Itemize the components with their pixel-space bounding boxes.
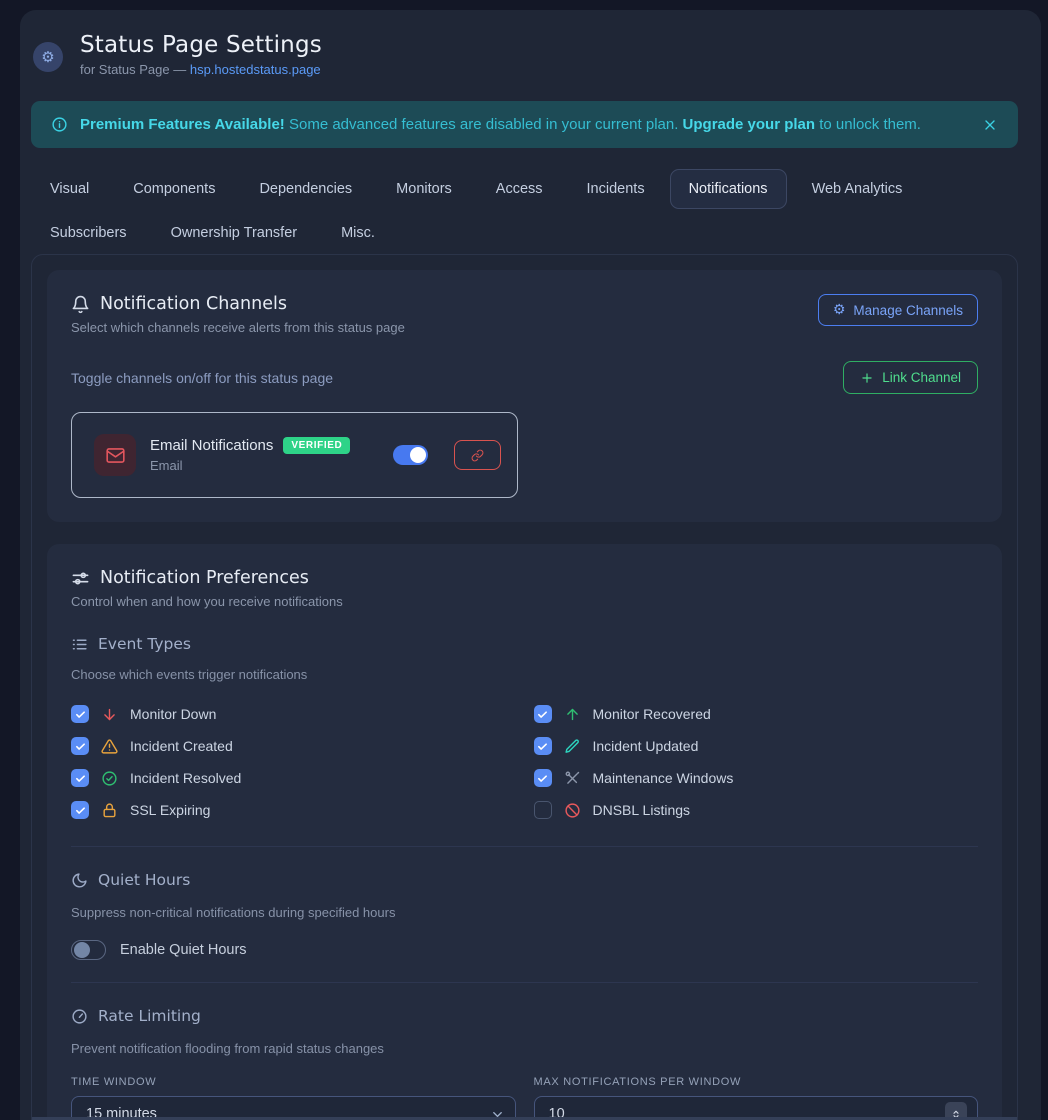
subtitle-prefix: for Status Page — (80, 62, 190, 77)
tab-dependencies[interactable]: Dependencies (240, 169, 371, 209)
event-row-incident-resolved[interactable]: Incident Resolved (71, 762, 516, 794)
gear-icon: ⚙ (833, 302, 846, 318)
event-types-heading: Event Types (71, 635, 978, 653)
section-divider (71, 982, 978, 983)
page-title: Status Page Settings (80, 32, 322, 58)
check-circle-icon (101, 770, 118, 787)
channel-name: Email Notifications (150, 437, 273, 454)
checkbox[interactable] (71, 801, 89, 819)
checkbox[interactable] (534, 769, 552, 787)
quiet-hours-heading: Quiet Hours (71, 871, 978, 889)
email-channel-card: Email Notifications VERIFIED Email (71, 412, 518, 498)
event-row-monitor-down[interactable]: Monitor Down (71, 698, 516, 730)
checkbox[interactable] (534, 705, 552, 723)
email-icon (94, 434, 136, 476)
tab-notifications[interactable]: Notifications (670, 169, 787, 209)
tab-access[interactable]: Access (477, 169, 562, 209)
close-icon[interactable] (982, 117, 998, 133)
section-divider (71, 846, 978, 847)
tab-visual[interactable]: Visual (31, 169, 108, 209)
unlink-channel-button[interactable] (454, 440, 501, 470)
page-content: ⚙ Status Page Settings for Status Page —… (20, 10, 1041, 1120)
pencil-icon (564, 738, 581, 755)
email-channel-toggle[interactable] (393, 445, 428, 465)
time-window-label: TIME WINDOW (71, 1076, 516, 1088)
rate-limiting-form: TIME WINDOW 15 minutes MAX NOTIFICATIONS… (71, 1076, 978, 1120)
warning-triangle-icon (101, 738, 118, 755)
quiet-hours-toggle[interactable] (71, 940, 106, 960)
manage-channels-button[interactable]: ⚙Manage Channels (818, 294, 978, 326)
rate-limiting-subtitle: Prevent notification flooding from rapid… (71, 1041, 978, 1056)
checkbox[interactable] (534, 801, 552, 819)
arrow-down-icon (101, 706, 118, 723)
tab-monitors[interactable]: Monitors (377, 169, 471, 209)
event-row-dnsbl-listings[interactable]: DNSBL Listings (534, 794, 979, 826)
tab-subscribers[interactable]: Subscribers (31, 213, 146, 253)
verified-badge: VERIFIED (283, 437, 350, 454)
max-notifications-field: MAX NOTIFICATIONS PER WINDOW 10 (534, 1076, 979, 1120)
gear-icon: ⚙ (33, 42, 63, 72)
moon-icon (71, 872, 88, 889)
channels-subtitle: Select which channels receive alerts fro… (71, 320, 405, 335)
notification-channels-card: Notification Channels Select which chann… (47, 270, 1002, 522)
event-row-monitor-recovered[interactable]: Monitor Recovered (534, 698, 979, 730)
event-row-maintenance-windows[interactable]: Maintenance Windows (534, 762, 979, 794)
crossed-tools-icon (564, 770, 581, 787)
status-page-settings-window: ⚙ Status Page Settings for Status Page —… (20, 10, 1041, 1120)
notification-preferences-card: Notification Preferences Control when an… (47, 544, 1002, 1120)
lock-icon (101, 802, 118, 819)
preferences-subtitle: Control when and how you receive notific… (71, 594, 978, 609)
checkbox[interactable] (71, 705, 89, 723)
channel-meta: Email Notifications VERIFIED Email (150, 437, 379, 473)
quiet-hours-subtitle: Suppress non-critical notifications duri… (71, 905, 978, 920)
channels-heading: Notification Channels Select which chann… (71, 294, 405, 335)
rate-limiting-heading: Rate Limiting (71, 1007, 978, 1025)
event-row-incident-updated[interactable]: Incident Updated (534, 730, 979, 762)
time-window-field: TIME WINDOW 15 minutes (71, 1076, 516, 1120)
plus-icon (860, 371, 874, 385)
tab-ownership-transfer[interactable]: Ownership Transfer (152, 213, 317, 253)
banner-tail: to unlock them. (815, 116, 921, 133)
list-icon (71, 636, 88, 653)
event-row-incident-created[interactable]: Incident Created (71, 730, 516, 762)
checkbox[interactable] (71, 769, 89, 787)
chain-link-icon (471, 449, 484, 462)
link-channel-button[interactable]: Link Channel (843, 361, 978, 394)
page-subtitle: for Status Page — hsp.hostedstatus.page (80, 62, 322, 77)
tab-components[interactable]: Components (114, 169, 234, 209)
tab-incidents[interactable]: Incidents (568, 169, 664, 209)
info-icon (51, 116, 68, 133)
page-header: ⚙ Status Page Settings for Status Page —… (31, 32, 1018, 77)
channels-title: Notification Channels (100, 294, 287, 314)
toggle-knob (74, 942, 90, 958)
arrow-up-icon (564, 706, 581, 723)
checkbox[interactable] (534, 737, 552, 755)
event-types-grid: Monitor Down Monitor Recovered Incident … (71, 698, 978, 826)
event-row-ssl-expiring[interactable]: SSL Expiring (71, 794, 516, 826)
banner-bold: Premium Features Available! (80, 116, 285, 133)
ban-icon (564, 802, 581, 819)
upgrade-plan-link[interactable]: Upgrade your plan (683, 116, 816, 133)
event-types-subtitle: Choose which events trigger notification… (71, 667, 978, 682)
banner-middle: Some advanced features are disabled in y… (285, 116, 683, 133)
header-text: Status Page Settings for Status Page — h… (80, 32, 322, 77)
settings-tabs: Visual Components Dependencies Monitors … (31, 169, 1018, 253)
checkbox[interactable] (71, 737, 89, 755)
channel-type: Email (150, 458, 379, 473)
notifications-panel: Notification Channels Select which chann… (31, 254, 1018, 1120)
quiet-hours-toggle-label: Enable Quiet Hours (120, 942, 247, 958)
tab-web-analytics[interactable]: Web Analytics (793, 169, 922, 209)
tab-misc[interactable]: Misc. (322, 213, 394, 253)
bell-icon (71, 295, 90, 314)
preferences-title: Notification Preferences (100, 568, 309, 588)
max-notifications-label: MAX NOTIFICATIONS PER WINDOW (534, 1076, 979, 1088)
channels-hint: Toggle channels on/off for this status p… (71, 370, 333, 386)
status-page-link[interactable]: hsp.hostedstatus.page (190, 62, 321, 77)
banner-text: Premium Features Available! Some advance… (80, 116, 921, 133)
premium-banner: Premium Features Available! Some advance… (31, 101, 1018, 148)
toggle-knob (410, 447, 426, 463)
sliders-icon (71, 569, 90, 588)
gauge-icon (71, 1008, 88, 1025)
